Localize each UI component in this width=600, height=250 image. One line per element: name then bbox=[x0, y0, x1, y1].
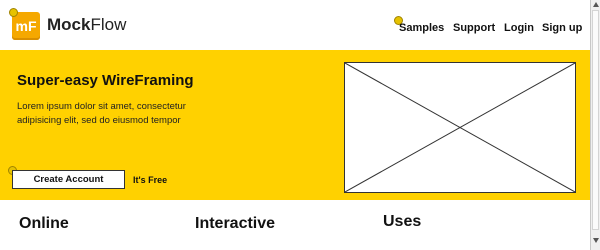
header: mF MockFlow Samples Support Login Sign u… bbox=[0, 0, 590, 51]
feature-uses-title: Uses bbox=[383, 213, 422, 230]
pin-icon bbox=[9, 8, 18, 17]
hero-title: Super-easy WireFraming bbox=[17, 72, 194, 89]
create-account-button[interactable]: Create Account bbox=[12, 170, 125, 189]
nav-login[interactable]: Login bbox=[504, 22, 534, 34]
page: mF MockFlow Samples Support Login Sign u… bbox=[0, 0, 590, 250]
nav-support[interactable]: Support bbox=[453, 22, 495, 34]
placeholder-cross-icon bbox=[345, 63, 575, 192]
logo-icon[interactable]: mF bbox=[12, 12, 40, 40]
its-free-label: It's Free bbox=[133, 175, 168, 185]
feature-online-title: Online bbox=[19, 215, 69, 232]
nav-sign-up[interactable]: Sign up bbox=[542, 22, 582, 34]
image-placeholder bbox=[344, 62, 576, 193]
logo-text[interactable]: MockFlow bbox=[47, 15, 126, 35]
nav-samples[interactable]: Samples bbox=[399, 22, 444, 34]
feature-interactive-title: Interactive bbox=[195, 215, 276, 232]
hero-description: Lorem ipsum dolor sit amet, consectetur … bbox=[17, 101, 186, 126]
scroll-down-icon[interactable] bbox=[593, 238, 599, 243]
vertical-scrollbar[interactable] bbox=[590, 0, 600, 250]
logo-brand-bold: Mock bbox=[47, 15, 91, 34]
scroll-thumb[interactable] bbox=[592, 10, 599, 230]
logo-badge-text: mF bbox=[15, 18, 37, 34]
hero-section: Super-easy WireFraming Lorem ipsum dolor… bbox=[0, 50, 590, 200]
scroll-up-icon[interactable] bbox=[593, 2, 599, 7]
logo-brand-light: Flow bbox=[90, 15, 127, 34]
